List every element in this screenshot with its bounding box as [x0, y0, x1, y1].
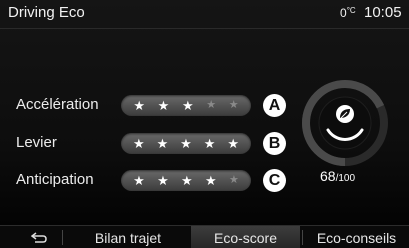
badge-c: C	[263, 169, 286, 192]
clock: 10:05	[364, 4, 402, 21]
acceleration-stars: ★ ★ ★ ★ ★	[121, 95, 251, 116]
star-empty-icon: ★	[206, 99, 217, 111]
badge-b: B	[263, 132, 286, 155]
page-title: Driving Eco	[8, 4, 85, 21]
tab-separator	[62, 230, 63, 245]
levier-stars: ★ ★ ★ ★ ★	[121, 133, 251, 154]
tab-separator	[302, 230, 303, 245]
temperature-readout: 0°C	[340, 6, 356, 20]
star-filled-icon: ★	[157, 173, 169, 188]
star-filled-icon: ★	[181, 173, 193, 188]
star-filled-icon: ★	[203, 136, 216, 151]
eco-score-screen: Driving Eco 0°C 10:05 Accélération ★ ★ ★ ★ ★…	[0, 0, 409, 248]
tab-eco-score[interactable]: Eco-score	[191, 226, 300, 248]
badge-a: A	[263, 94, 286, 117]
star-filled-icon: ★	[181, 98, 194, 113]
eco-score-value: 68/100	[320, 168, 356, 184]
star-filled-icon: ★	[157, 98, 170, 113]
acceleration-label: Accélération	[16, 96, 99, 113]
back-button[interactable]	[26, 226, 52, 248]
star-filled-icon: ★	[132, 136, 145, 151]
header-divider	[0, 28, 409, 29]
eco-score-gauge	[302, 80, 388, 166]
star-empty-icon: ★	[228, 174, 239, 186]
tab-bilan-trajet[interactable]: Bilan trajet	[68, 226, 188, 248]
levier-label: Levier	[16, 134, 57, 151]
star-filled-icon: ★	[180, 136, 192, 151]
back-arrow-icon	[31, 231, 47, 243]
bottom-tab-bar: Bilan trajet Eco-score Eco-conseils	[0, 225, 409, 248]
anticipation-label: Anticipation	[16, 171, 94, 188]
star-empty-icon: ★	[228, 99, 239, 111]
star-filled-icon: ★	[156, 136, 169, 151]
star-filled-icon: ★	[133, 98, 145, 113]
star-filled-icon: ★	[205, 173, 217, 188]
tab-eco-conseils[interactable]: Eco-conseils	[304, 226, 409, 248]
star-filled-icon: ★	[133, 173, 145, 188]
star-filled-icon: ★	[227, 136, 239, 151]
anticipation-stars: ★ ★ ★ ★ ★	[121, 170, 251, 191]
